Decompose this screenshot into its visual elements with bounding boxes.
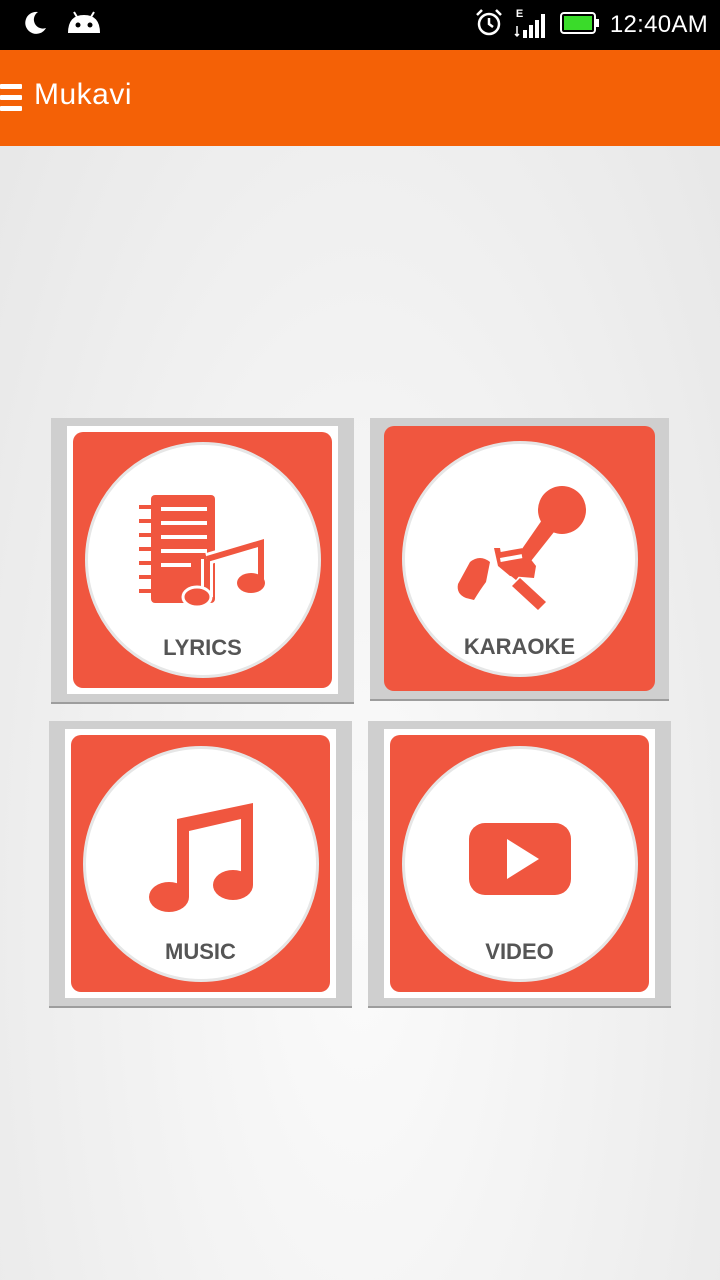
status-bar-left	[20, 8, 102, 42]
lyrics-notebook-music-icon	[133, 489, 273, 614]
status-bar-right: E 12:40AM	[474, 8, 708, 42]
karaoke-tile-frame: KARAOKE	[384, 426, 655, 691]
status-bar: E 12:40AM	[0, 0, 720, 50]
music-note-icon	[141, 797, 261, 922]
microphone-icon	[450, 482, 590, 617]
karaoke-tile-label: KARAOKE	[463, 633, 576, 659]
video-tile-circle: VIDEO	[401, 745, 638, 982]
music-tile-circle: MUSIC	[82, 745, 319, 982]
music-tile-frame: MUSIC	[65, 729, 336, 998]
app-title[interactable]: Mukavi	[34, 78, 132, 112]
karaoke-tile-circle: KARAOKE	[401, 440, 638, 677]
karaoke-tile[interactable]: KARAOKE	[370, 418, 669, 701]
lyrics-tile-circle: LYRICS	[84, 442, 321, 678]
lyrics-tile-frame: LYRICS	[67, 426, 338, 694]
lyrics-tile-label: LYRICS	[163, 635, 242, 660]
alarm-icon	[474, 8, 504, 43]
video-tile-frame: VIDEO	[384, 729, 655, 998]
signal-icon: E	[514, 8, 550, 40]
video-tile-label: VIDEO	[485, 938, 554, 964]
music-tile-background: MUSIC	[71, 735, 330, 992]
music-tile[interactable]: MUSIC	[49, 721, 352, 1008]
karaoke-tile-background: KARAOKE	[384, 426, 655, 691]
lyrics-tile-background: LYRICS	[73, 432, 332, 688]
moon-icon	[20, 9, 48, 42]
music-tile-label: MUSIC	[165, 938, 236, 964]
video-tile[interactable]: VIDEO	[368, 721, 671, 1008]
battery-icon	[559, 11, 600, 39]
action-bar: Mukavi	[0, 50, 720, 146]
lyrics-tile[interactable]: LYRICS	[51, 418, 354, 704]
hamburger-menu-icon[interactable]	[0, 84, 22, 112]
video-tile-background: VIDEO	[390, 735, 649, 992]
status-time: 12:40AM	[609, 11, 708, 38]
android-icon	[66, 9, 102, 42]
video-play-icon	[465, 819, 575, 904]
